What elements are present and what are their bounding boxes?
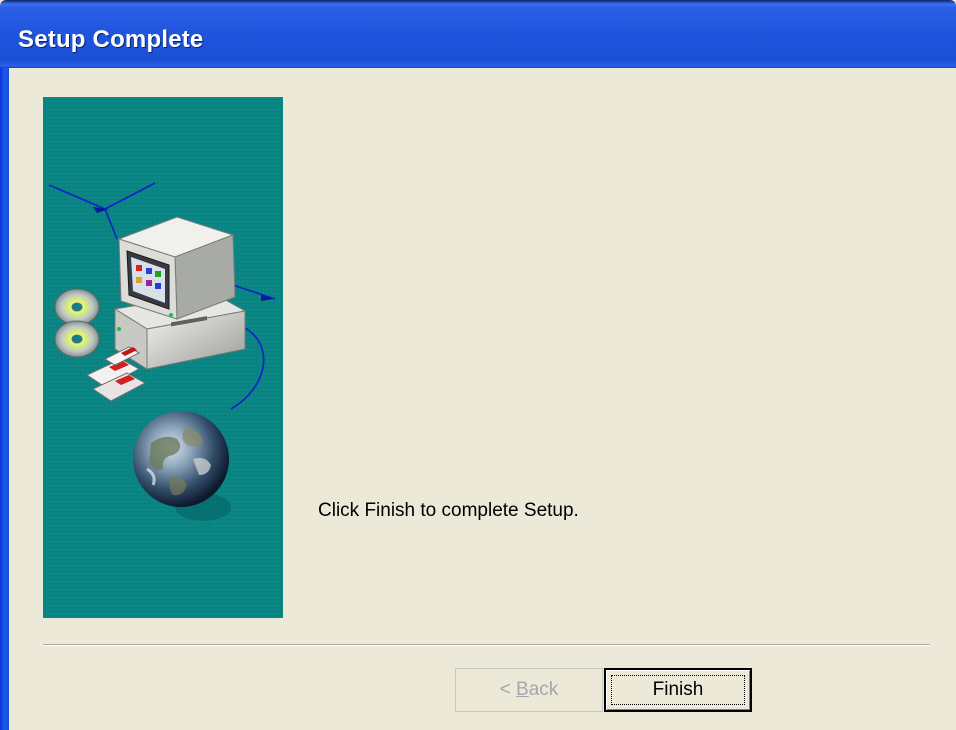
back-label-prefix: < [499,679,517,700]
setup-illustration [43,97,283,618]
computer-icon [113,216,247,370]
back-button[interactable]: < Back [455,668,603,712]
window-title: Setup Complete [18,26,204,53]
finish-button[interactable]: Finish [604,668,752,712]
back-label-rest: ack [528,679,559,700]
completion-message: Click Finish to complete Setup. [318,500,579,521]
button-separator [43,644,930,646]
finish-button-label: Finish [652,679,704,700]
back-label-mnemonic: B [516,679,529,700]
title-bar[interactable]: Setup Complete [0,0,956,68]
window-left-border [0,68,9,730]
setup-dialog: Setup Complete Click Finish to complete … [0,0,956,730]
back-button-label: < Back [500,679,559,701]
